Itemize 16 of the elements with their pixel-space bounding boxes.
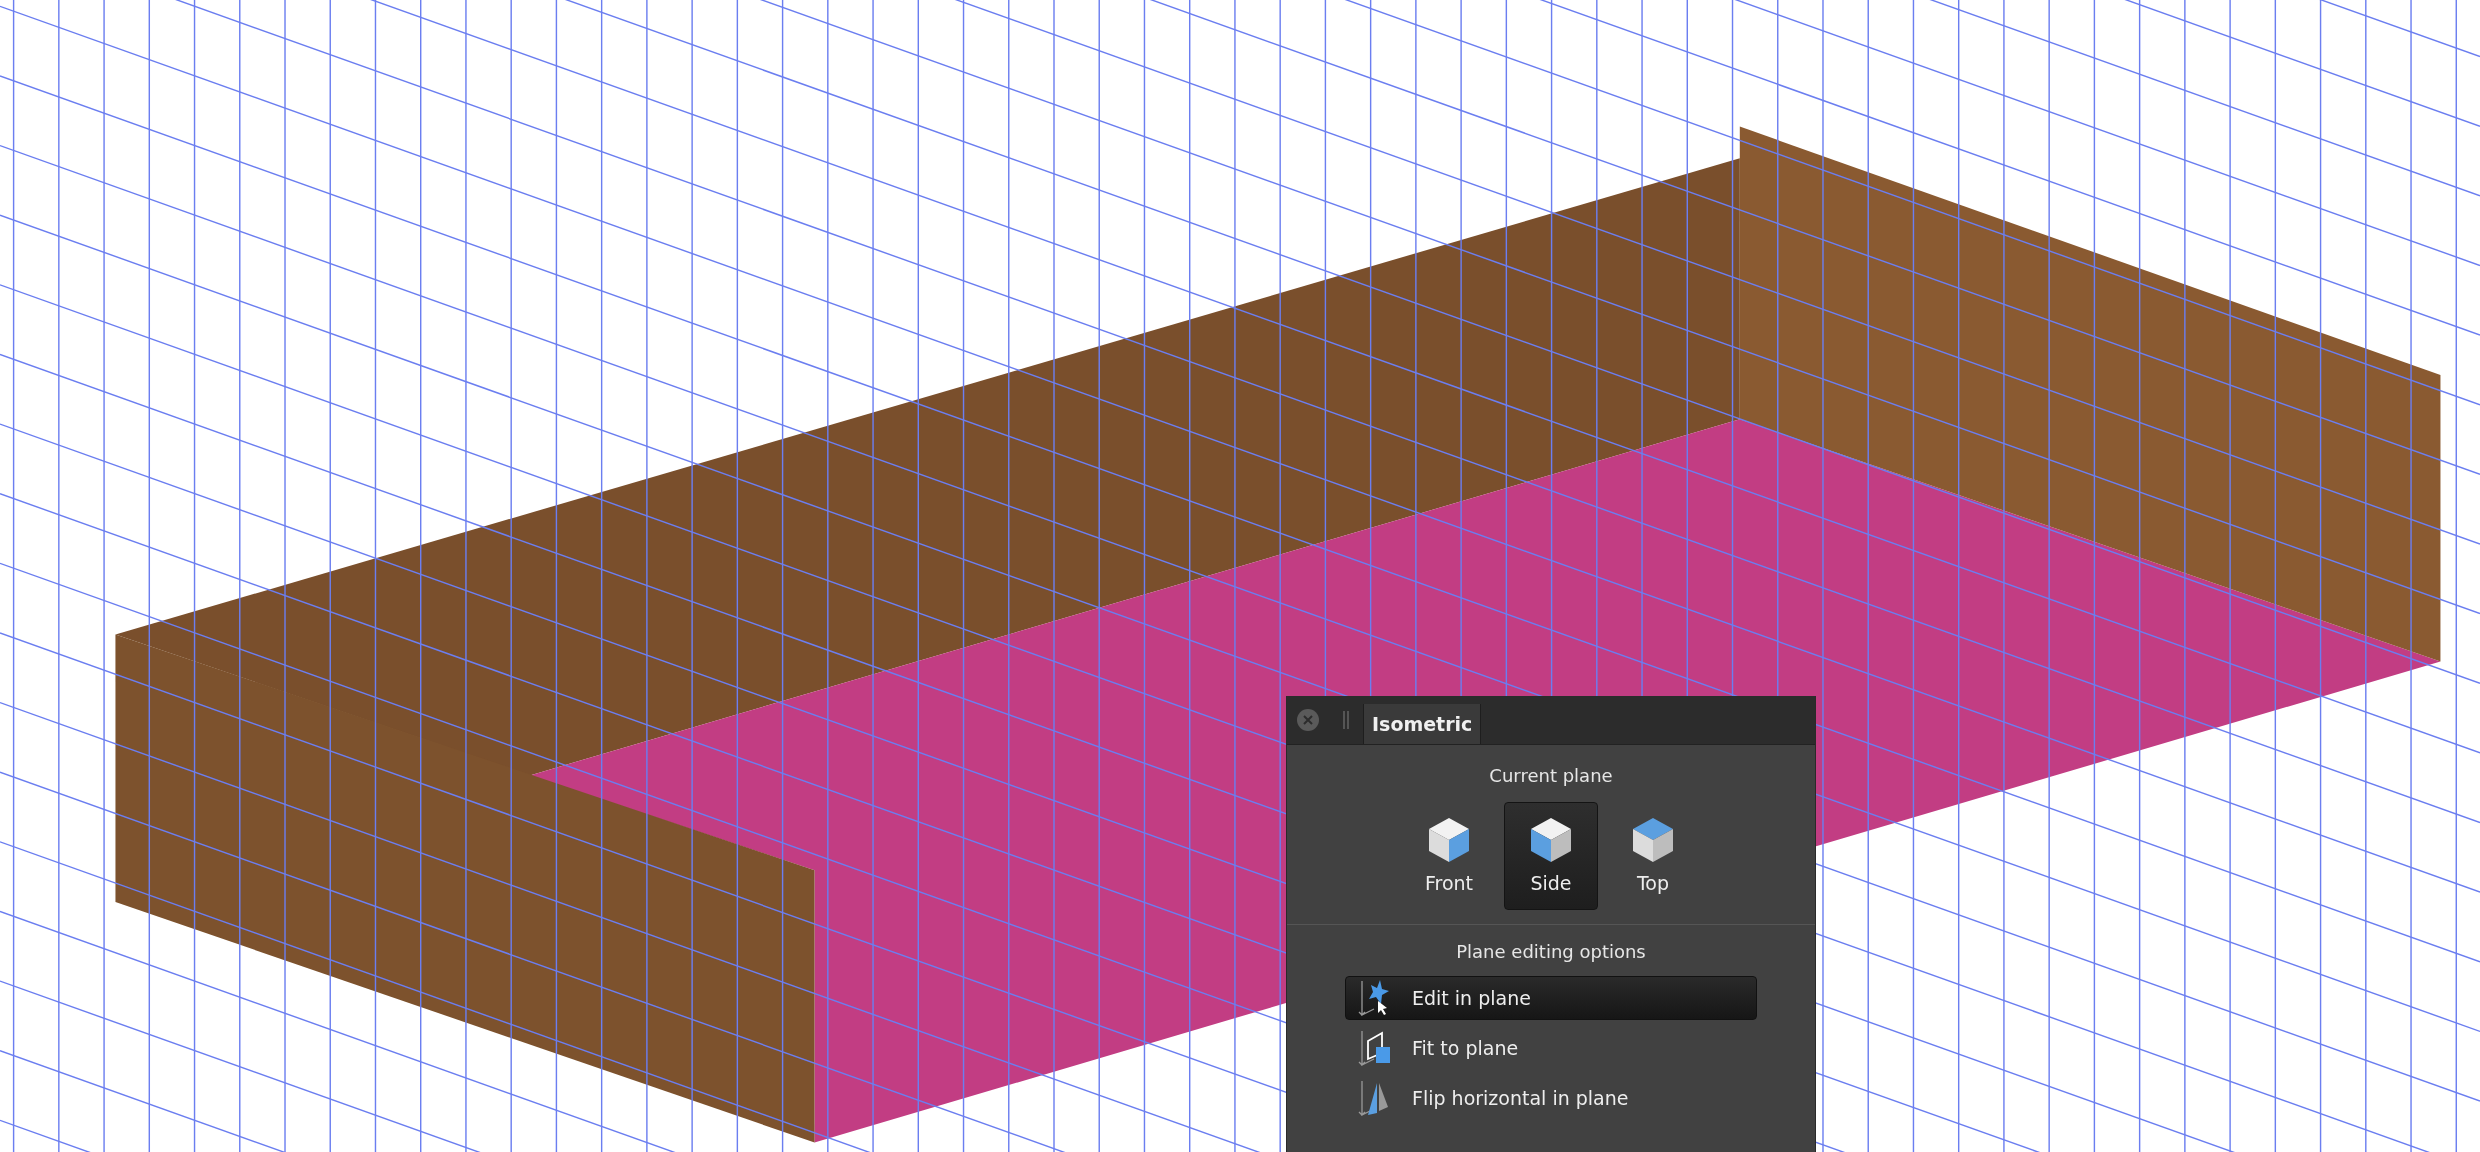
plane-option-button[interactable]: Fit to plane [1345,1026,1757,1070]
cube-icon [1429,818,1469,862]
plane-option-button[interactable]: Flip horizontal in plane [1345,1076,1757,1120]
plane-button[interactable]: Front [1402,802,1496,910]
fit-plane-icon [1358,1029,1392,1067]
cube-icon [1531,818,1571,862]
section-heading: Plane editing options [1456,941,1646,962]
close-button[interactable] [1297,709,1319,731]
plane-button[interactable]: Top [1606,802,1700,910]
plane-option-button[interactable]: Edit in plane [1345,976,1757,1020]
cube-icon [1633,818,1673,862]
plane-button[interactable]: Side [1504,802,1598,910]
close-icon [1303,715,1313,725]
panel-tab[interactable]: Isometric [1363,704,1482,744]
drag-grip-icon[interactable] [1343,711,1349,729]
section-heading: Current plane [1489,765,1613,786]
